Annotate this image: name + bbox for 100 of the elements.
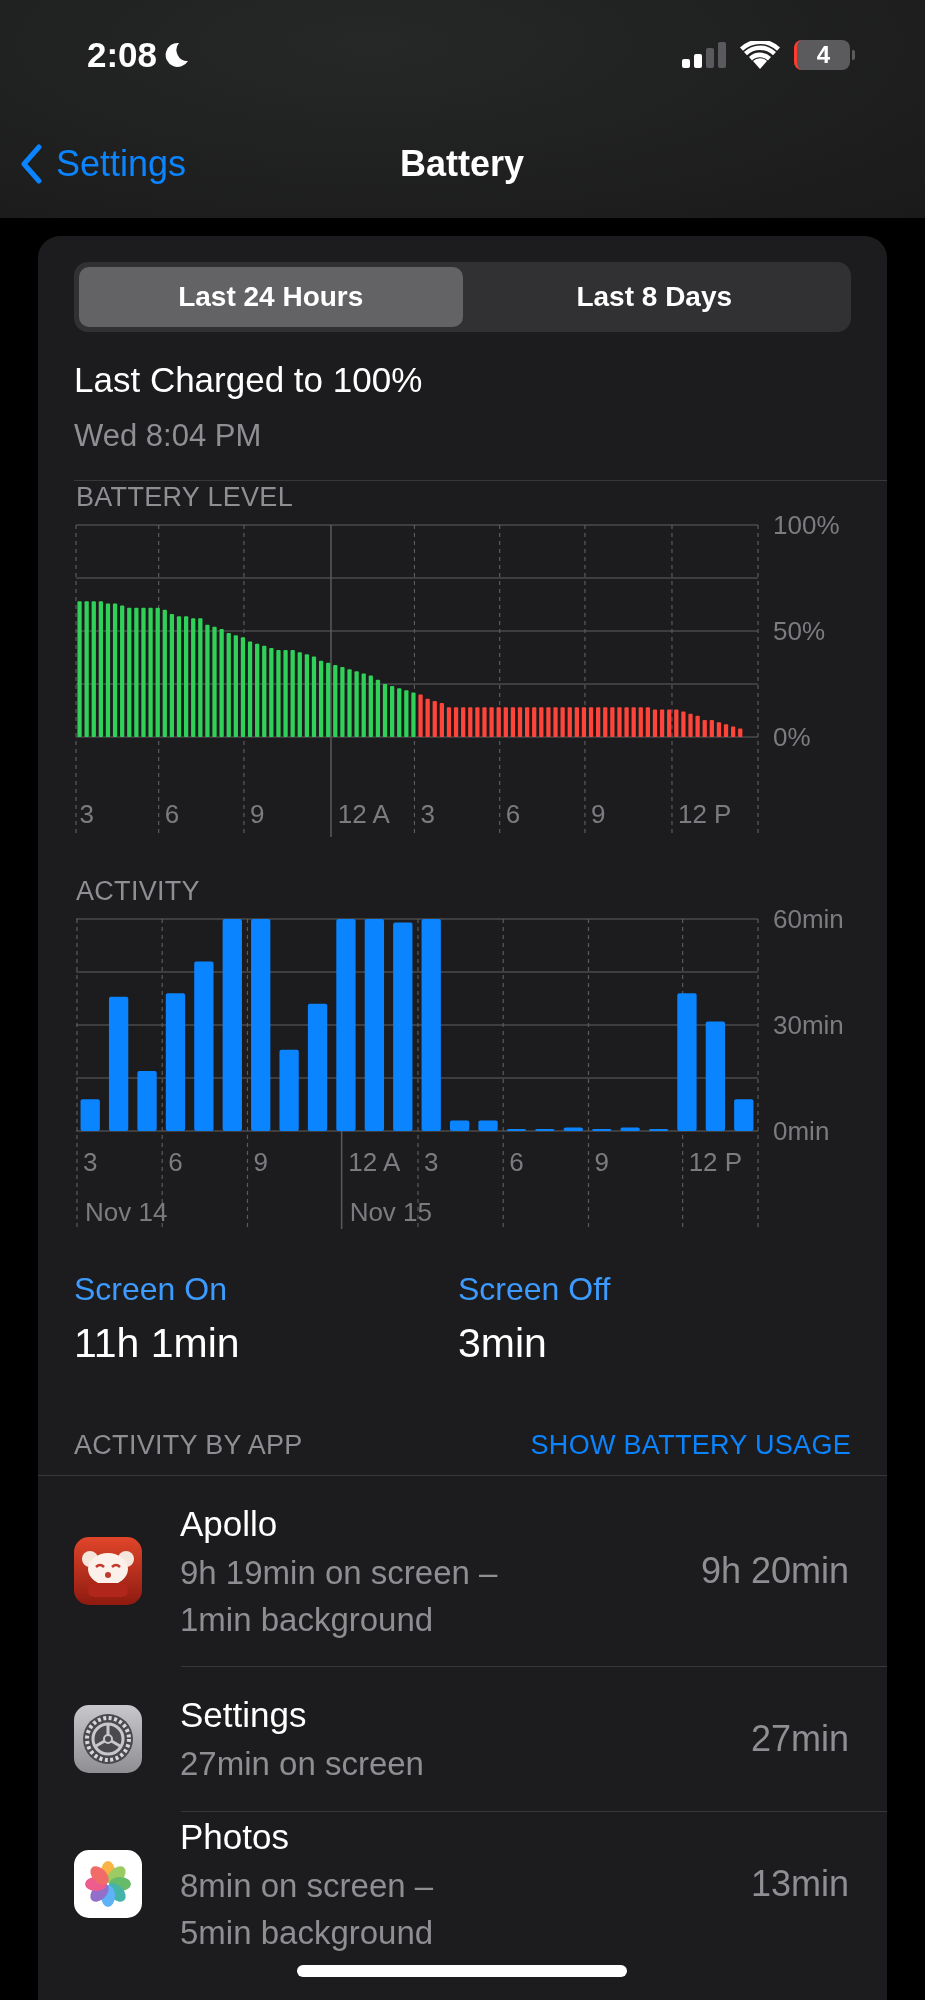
- back-button[interactable]: Settings: [20, 143, 187, 185]
- last-charged-title: Last Charged to 100%: [74, 360, 424, 400]
- x-axis-label: 3: [420, 799, 435, 829]
- chart-bar: [667, 709, 672, 737]
- chart-bar: [546, 707, 551, 737]
- chart-bar: [439, 703, 444, 737]
- chart-bar: [674, 709, 679, 737]
- section-heading: ACTIVITY BY APP: [74, 1429, 303, 1461]
- x-axis-label: 6: [168, 1147, 183, 1177]
- chart-bar: [645, 707, 650, 737]
- page-title: Battery: [398, 143, 526, 185]
- app-usage-total: 27min: [750, 1717, 849, 1760]
- chart-bar: [734, 1099, 754, 1131]
- status-time: 2:08: [87, 35, 158, 75]
- chart-bar: [340, 667, 345, 737]
- chart-bar: [596, 707, 601, 737]
- chart-bar: [738, 728, 743, 737]
- chart-bar: [731, 726, 736, 737]
- x-axis-label: 6: [505, 799, 521, 829]
- x-axis-label: 12 P: [688, 1147, 743, 1177]
- y-axis-label: 100%: [773, 510, 840, 540]
- app-name: Settings: [180, 1694, 308, 1736]
- gear-icon: [74, 1704, 142, 1773]
- chart-bar: [567, 707, 572, 737]
- y-axis-label: 60min: [773, 904, 844, 934]
- chart-bar: [354, 671, 359, 737]
- chart-bar: [539, 707, 544, 737]
- chart-bar: [496, 707, 501, 737]
- chart-bar: [137, 1070, 157, 1131]
- moon-icon: [165, 42, 190, 68]
- x-axis-label: 3: [82, 1147, 98, 1177]
- x-axis-label: 6: [509, 1147, 524, 1177]
- show-usage-link[interactable]: SHOW BATTERY USAGE: [530, 1429, 851, 1461]
- chart-heading: BATTERY LEVEL: [76, 481, 293, 513]
- chart-bar: [681, 711, 686, 737]
- stat-label: Screen Off: [458, 1270, 611, 1309]
- chart-bar: [525, 707, 530, 737]
- chart-bar: [503, 707, 508, 737]
- chart-bar: [347, 669, 352, 737]
- chart-bar: [638, 707, 643, 737]
- app-name: Photos: [180, 1815, 290, 1858]
- chart-bar: [397, 688, 402, 737]
- wifi-icon: [740, 41, 780, 69]
- y-axis-label: 0min: [773, 1116, 830, 1146]
- chart-bar: [361, 673, 366, 737]
- app-usage-total: 9h 20min: [700, 1550, 849, 1592]
- chart-bar: [553, 707, 558, 737]
- app-usage-total: 13min: [750, 1862, 849, 1905]
- app-name: Apollo: [180, 1503, 279, 1545]
- x-axis-label: 12 P: [677, 799, 732, 829]
- chart-bar: [631, 707, 636, 737]
- chart-bar: [461, 707, 466, 737]
- chart-bar: [432, 700, 437, 737]
- chart-bar: [709, 720, 714, 737]
- chart-bar: [489, 707, 494, 737]
- chart-bar: [390, 686, 395, 737]
- app-usage-detail: 27min on screen: [180, 1744, 425, 1784]
- chart-bar: [624, 707, 629, 737]
- segment-tab[interactable]: Last 24 Hours: [79, 267, 463, 327]
- stat-value: 3min: [458, 1319, 548, 1367]
- chart-bar: [702, 720, 707, 737]
- chart-heading: ACTIVITY: [76, 875, 200, 907]
- y-axis-label: 30min: [773, 1010, 844, 1040]
- x-axis-label: 9: [590, 799, 606, 829]
- segment-tab[interactable]: Last 8 Days: [462, 267, 846, 327]
- chart-bar: [418, 694, 423, 737]
- chart-bar: [425, 698, 430, 737]
- chart-bar: [368, 675, 373, 737]
- x-axis-label: 12 A: [337, 799, 390, 829]
- chart-bar: [411, 692, 416, 737]
- date-label: Nov 15: [349, 1197, 432, 1227]
- chart-bar: [574, 707, 579, 737]
- flower-icon: [74, 1849, 142, 1918]
- date-label: Nov 14: [85, 1197, 168, 1227]
- chevron-left-icon: [20, 144, 42, 184]
- stat-value: 11h 1min: [74, 1319, 241, 1367]
- chart-bar: [532, 707, 537, 737]
- chart-bar: [617, 707, 622, 737]
- battery-indicator: 4: [794, 40, 855, 70]
- chart-bar: [482, 707, 487, 737]
- chart-bar: [620, 1127, 640, 1131]
- chart-bar: [478, 1120, 498, 1131]
- x-axis-label: 9: [594, 1147, 609, 1177]
- x-axis-label: 9: [253, 1147, 268, 1177]
- app-usage-detail: 5min background: [180, 1912, 435, 1953]
- stat-label: Screen On: [74, 1270, 228, 1309]
- app-usage-detail: 9h 19min on screen –: [180, 1553, 499, 1593]
- chart-bar: [560, 707, 565, 737]
- signal-icon: [682, 42, 726, 68]
- chart-bar: [404, 690, 409, 737]
- x-axis-label: 3: [423, 1147, 439, 1177]
- bear-app-icon: [74, 1537, 142, 1605]
- chart-bar: [80, 1099, 100, 1131]
- last-charged-time: Wed 8:04 PM: [74, 418, 263, 454]
- x-axis-label: 3: [79, 799, 94, 829]
- x-axis-label: 9: [249, 799, 265, 829]
- chart-bar: [449, 1120, 470, 1131]
- x-axis-label: 6: [164, 799, 180, 829]
- chart-bar: [563, 1127, 583, 1131]
- y-axis-label: 0%: [773, 722, 811, 752]
